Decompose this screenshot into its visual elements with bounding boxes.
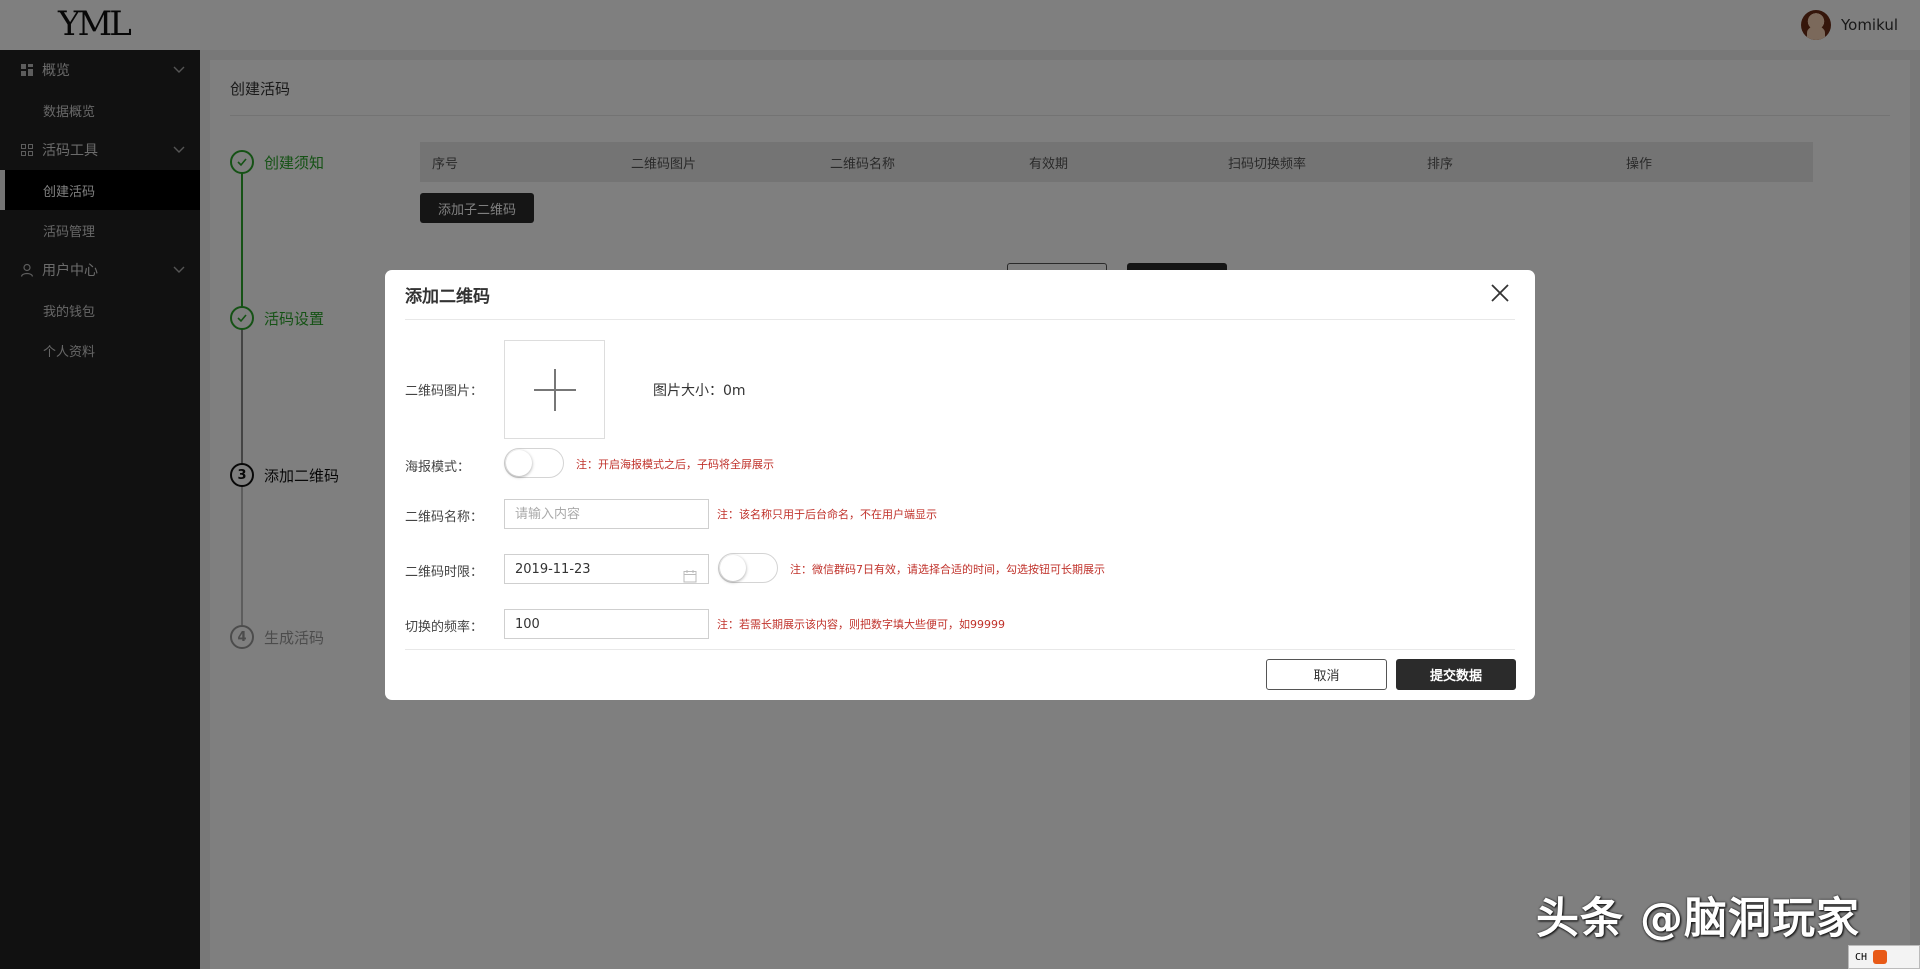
poster-note: 注：开启海报模式之后，子码将全屏展示 [576, 458, 774, 471]
switch-frequency-input[interactable] [504, 609, 709, 639]
ime-logo-icon [1873, 950, 1888, 964]
add-qrcode-dialog: 添加二维码 二维码图片： 图片大小：0m 海报模式： 注：开启海报模式之后，子码… [385, 270, 1535, 700]
plus-icon [533, 368, 576, 411]
cancel-button[interactable]: 取消 [1266, 659, 1387, 690]
watermark: 头条 @脑洞玩家 [1536, 894, 1860, 944]
name-label: 二维码名称： [405, 510, 484, 525]
image-upload[interactable] [504, 340, 605, 439]
toggle-knob [506, 450, 532, 476]
poster-mode-toggle[interactable] [504, 448, 564, 478]
expire-date-input[interactable] [504, 554, 709, 584]
expire-note: 注：微信群码7日有效，请选择合适的时间，勾选按钮可长期展示 [790, 563, 1105, 576]
close-icon[interactable] [1487, 280, 1513, 306]
ime-label: CH [1855, 951, 1868, 963]
dialog-title: 添加二维码 [405, 287, 490, 307]
poster-label: 海报模式： [405, 460, 471, 475]
divider [405, 649, 1515, 650]
divider [405, 319, 1515, 320]
qrcode-name-input[interactable] [504, 499, 709, 529]
image-label: 二维码图片： [405, 384, 484, 399]
submit-button[interactable]: 提交数据 [1396, 659, 1516, 690]
freq-note: 注：若需长期展示该内容，则把数字填大些便可，如99999 [717, 618, 1005, 631]
image-size-text: 图片大小：0m [653, 383, 746, 399]
long-term-toggle[interactable] [718, 553, 778, 583]
freq-label: 切换的频率： [405, 620, 484, 635]
name-note: 注：该名称只用于后台命名，不在用户端显示 [717, 508, 937, 521]
calendar-icon[interactable] [683, 569, 697, 583]
toggle-knob [720, 555, 746, 581]
ime-indicator[interactable]: CH [1848, 945, 1920, 969]
expire-label: 二维码时限： [405, 565, 484, 580]
